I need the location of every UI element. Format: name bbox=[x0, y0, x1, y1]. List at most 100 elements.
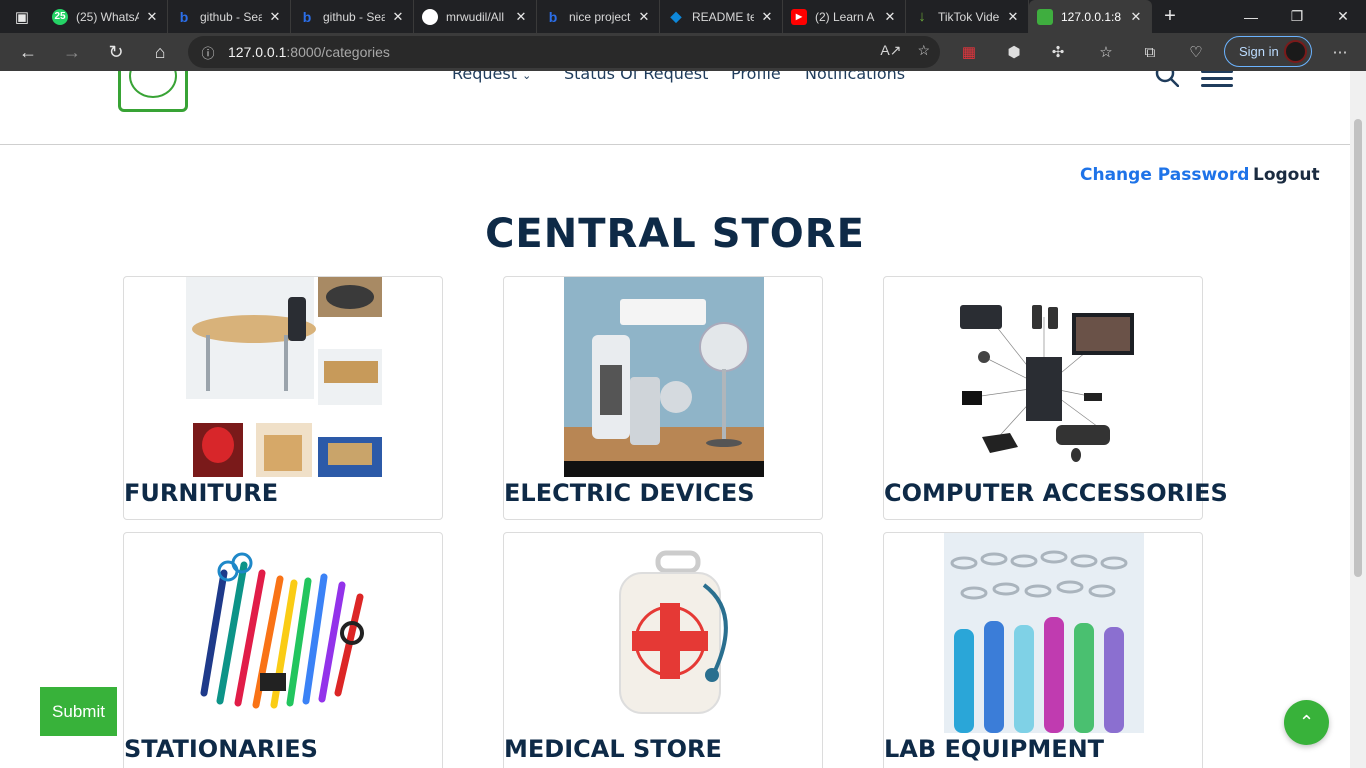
medical-kit-image bbox=[564, 533, 764, 733]
close-tab-icon[interactable]: ✕ bbox=[391, 9, 405, 25]
window-controls: — ❐ ✕ bbox=[1228, 0, 1366, 33]
category-label: MEDICAL STORE bbox=[504, 735, 722, 763]
extension-icon[interactable]: ▦ bbox=[951, 33, 987, 71]
favorites-icon[interactable]: ☆ bbox=[1088, 33, 1124, 71]
address-bar[interactable]: ⓘ 127.0.0.1:8000/categories A↗ ☆ bbox=[188, 36, 940, 68]
sign-in-label: Sign in bbox=[1239, 44, 1279, 59]
category-label: LAB EQUIPMENT bbox=[884, 735, 1105, 763]
refresh-icon[interactable]: ↻ bbox=[94, 33, 138, 71]
browser-toolbar: ← → ↻ ⌂ ⓘ 127.0.0.1:8000/categories A↗ ☆… bbox=[0, 33, 1366, 71]
category-card-electric-devices[interactable]: ELECTRIC DEVICES bbox=[503, 276, 823, 520]
close-tab-icon[interactable]: ✕ bbox=[760, 9, 774, 25]
bing-icon: b bbox=[302, 8, 312, 25]
logout-link[interactable]: Logout bbox=[1253, 165, 1320, 185]
category-card-lab-equipment[interactable]: LAB EQUIPMENT bbox=[883, 532, 1203, 768]
tab-title: mrwudil/All bbox=[446, 9, 505, 24]
hamburger-menu-icon[interactable] bbox=[1201, 71, 1233, 87]
tab-actions-icon[interactable]: ▣ bbox=[0, 0, 44, 33]
tab-title: (25) WhatsApp bbox=[76, 9, 139, 24]
browser-tab[interactable]: b nice project ✕ bbox=[537, 0, 660, 33]
read-aloud-icon[interactable]: A↗ bbox=[880, 42, 901, 59]
close-tab-icon[interactable]: ✕ bbox=[883, 9, 897, 25]
category-card-medical-store[interactable]: MEDICAL STORE bbox=[503, 532, 823, 768]
back-icon[interactable]: ← bbox=[6, 33, 50, 71]
drupal-icon: ◆ bbox=[670, 8, 682, 24]
browser-tab[interactable]: ◆ README te ✕ bbox=[660, 0, 783, 33]
category-card-computer-accessories[interactable]: COMPUTER ACCESSORIES bbox=[883, 276, 1228, 520]
category-card-stationaries[interactable]: STATIONARIES bbox=[123, 532, 443, 768]
tab-title: nice project bbox=[569, 9, 631, 24]
browser-tab[interactable]: 25 (25) WhatsApp ✕ bbox=[44, 0, 168, 33]
site-navbar: Request ⌄ Status Of Request Profile Noti… bbox=[0, 71, 1350, 145]
minimize-icon[interactable]: — bbox=[1228, 0, 1274, 33]
restore-icon[interactable]: ❐ bbox=[1274, 0, 1320, 33]
nav-request[interactable]: Request ⌄ bbox=[452, 71, 531, 83]
chevron-down-icon: ⌄ bbox=[522, 71, 532, 82]
change-password-link[interactable]: Change Password bbox=[1080, 165, 1249, 185]
close-tab-icon[interactable]: ✕ bbox=[268, 9, 282, 25]
browser-tab[interactable]: ▶ (2) Learn A ✕ bbox=[783, 0, 906, 33]
nav-status-of-request[interactable]: Status Of Request bbox=[564, 71, 708, 83]
category-card-furniture[interactable]: FURNITURE bbox=[123, 276, 443, 520]
youtube-icon: ▶ bbox=[791, 8, 807, 25]
category-label: FURNITURE bbox=[124, 479, 279, 507]
browser-health-icon[interactable]: ♡ bbox=[1178, 33, 1214, 71]
search-icon[interactable] bbox=[1155, 71, 1179, 87]
bing-icon: b bbox=[548, 8, 558, 25]
browser-tab[interactable]: b github - Search ✕ bbox=[291, 0, 414, 33]
tab-title: (2) Learn A bbox=[815, 9, 875, 24]
tab-title: 127.0.0.1:8 bbox=[1061, 9, 1122, 24]
browser-tab[interactable]: b github - Search ✕ bbox=[168, 0, 291, 33]
nav-profile[interactable]: Profile bbox=[731, 71, 781, 83]
github-icon bbox=[422, 8, 438, 25]
browser-tab-bar: ▣ 25 (25) WhatsApp ✕ b github - Search ✕… bbox=[0, 0, 1366, 33]
nav-request-label: Request bbox=[452, 71, 517, 83]
stationaries-image bbox=[184, 533, 384, 733]
whatsapp-icon: 25 bbox=[52, 8, 68, 25]
electric-devices-image bbox=[564, 277, 764, 477]
category-label: ELECTRIC DEVICES bbox=[504, 479, 755, 507]
download-icon: ↓ bbox=[918, 8, 926, 25]
tab-title: README te bbox=[692, 9, 754, 24]
sign-in-button[interactable]: Sign in bbox=[1224, 36, 1312, 67]
page-scrollbar[interactable] bbox=[1350, 71, 1366, 768]
tab-title: github - Search bbox=[200, 9, 262, 24]
close-tab-icon[interactable]: ✕ bbox=[514, 9, 528, 25]
furniture-image bbox=[186, 277, 382, 477]
avatar bbox=[1284, 40, 1307, 63]
site-info-icon[interactable]: ⓘ bbox=[188, 43, 228, 62]
site-icon bbox=[1037, 8, 1053, 25]
close-tab-icon[interactable]: ✕ bbox=[145, 9, 159, 25]
tab-title: TikTok Vide bbox=[938, 9, 1000, 24]
close-tab-icon[interactable]: ✕ bbox=[1129, 9, 1143, 25]
scrollbar-thumb[interactable] bbox=[1354, 119, 1362, 577]
lab-equipment-image bbox=[944, 533, 1144, 733]
more-menu-icon[interactable]: ⋯ bbox=[1322, 33, 1358, 71]
bing-icon: b bbox=[179, 8, 189, 25]
new-tab-icon[interactable]: + bbox=[1152, 5, 1188, 28]
extensions-puzzle-icon[interactable]: ✣ bbox=[1040, 33, 1076, 71]
close-tab-icon[interactable]: ✕ bbox=[637, 9, 651, 25]
back-to-top-icon[interactable]: ⌃ bbox=[1284, 700, 1329, 745]
close-window-icon[interactable]: ✕ bbox=[1320, 0, 1366, 33]
browser-tab[interactable]: ↓ TikTok Vide ✕ bbox=[906, 0, 1029, 33]
submit-button[interactable]: Submit bbox=[40, 687, 117, 736]
browser-tab-active[interactable]: 127.0.0.1:8 ✕ bbox=[1029, 0, 1152, 33]
nav-notifications[interactable]: Notifications bbox=[805, 71, 905, 83]
add-favorite-icon[interactable]: ☆ bbox=[917, 42, 930, 59]
close-tab-icon[interactable]: ✕ bbox=[1006, 9, 1020, 25]
category-label: COMPUTER ACCESSORIES bbox=[884, 479, 1228, 507]
page-title: CENTRAL STORE bbox=[485, 211, 865, 257]
tab-title: github - Search bbox=[323, 9, 385, 24]
web-page: Request ⌄ Status Of Request Profile Noti… bbox=[0, 71, 1350, 768]
collections-icon[interactable]: ⧉ bbox=[1132, 33, 1168, 71]
url-text[interactable]: 127.0.0.1:8000/categories bbox=[228, 44, 390, 60]
category-label: STATIONARIES bbox=[124, 735, 318, 763]
forward-icon[interactable]: → bbox=[50, 33, 94, 71]
browser-tab[interactable]: mrwudil/All ✕ bbox=[414, 0, 537, 33]
extension-icon[interactable]: ⬢ bbox=[996, 33, 1032, 71]
logo-emblem bbox=[129, 71, 177, 98]
computer-accessories-image bbox=[944, 277, 1144, 477]
site-logo[interactable] bbox=[118, 71, 188, 112]
home-icon[interactable]: ⌂ bbox=[138, 33, 182, 71]
